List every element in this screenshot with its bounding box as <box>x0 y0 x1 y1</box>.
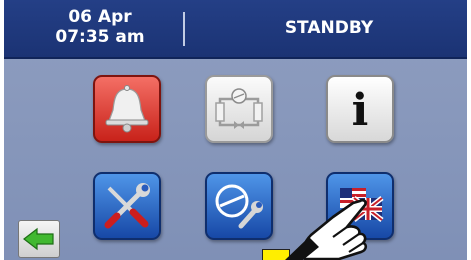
compressor-settings-button[interactable] <box>205 172 273 240</box>
info-icon: i <box>352 85 369 136</box>
status-header: 06 Apr 07:35 am STANDBY <box>4 0 467 59</box>
date-time-display: 06 Apr 07:35 am <box>40 7 160 47</box>
alarm-button[interactable] <box>93 75 161 143</box>
back-button[interactable] <box>18 220 60 258</box>
info-glyph: i <box>352 85 369 136</box>
info-button[interactable]: i <box>326 75 394 143</box>
pointing-hand-icon <box>285 198 368 260</box>
date-text: 06 Apr <box>68 7 132 27</box>
time-text: 07:35 am <box>55 27 145 47</box>
header-divider <box>183 12 185 46</box>
controller-screen: 06 Apr 07:35 am STANDBY i <box>0 0 471 260</box>
service-tools-button[interactable] <box>93 172 161 240</box>
refrigeration-circuit-icon <box>215 88 263 129</box>
compressor-wrench-icon <box>215 184 263 229</box>
bell-icon <box>105 85 149 133</box>
green-left-arrow-icon <box>23 227 54 251</box>
refrigeration-circuit-button[interactable] <box>205 75 273 143</box>
tools-icon <box>104 183 150 229</box>
status-text: STANDBY <box>284 18 374 38</box>
